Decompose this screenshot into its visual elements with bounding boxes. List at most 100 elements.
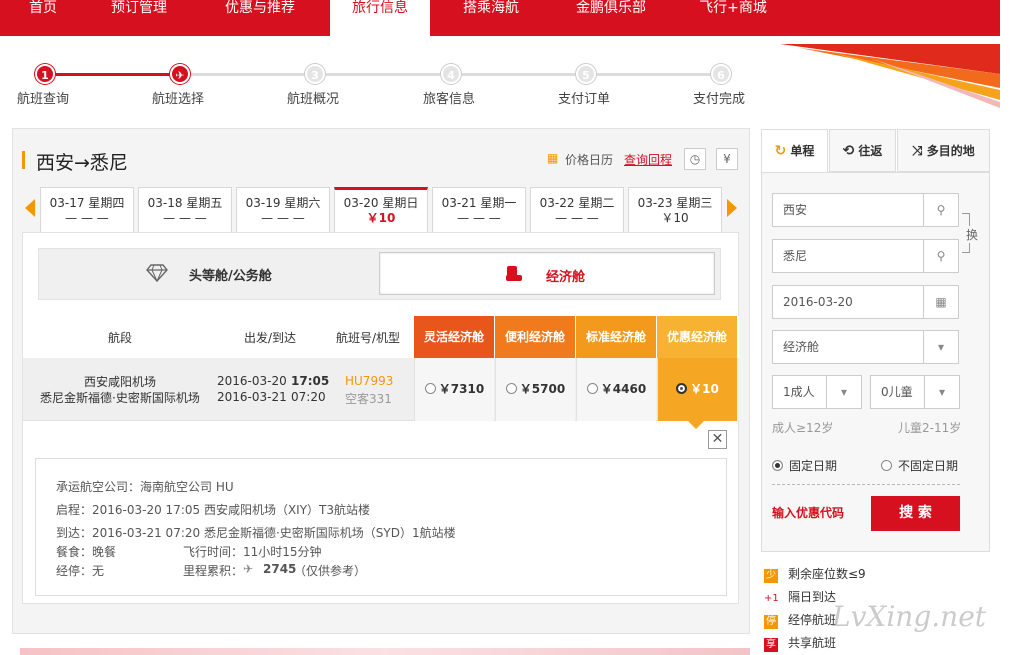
nav-mall[interactable]: 飞行+商城 <box>694 0 772 36</box>
calendar-icon[interactable]: ▦ <box>923 285 959 319</box>
location-pin-icon[interactable]: ⚲ <box>923 239 959 273</box>
legend-item-next-day: +1 隔日到达 <box>764 590 837 604</box>
step-2-plane-icon: ✈ <box>170 64 190 84</box>
dep-time: 17:05 <box>291 374 330 388</box>
currency-icon[interactable]: ¥ <box>716 148 738 170</box>
header-dep-arr: 出发/到达 <box>244 331 297 345</box>
flight-number-link[interactable]: HU7993 <box>345 374 393 388</box>
arr-time: 07:20 <box>291 390 326 404</box>
detail-meal: 餐食：晚餐 <box>56 545 117 559</box>
children-select[interactable]: 0儿童 <box>870 375 925 409</box>
to-city-input[interactable]: 悉尼 <box>772 239 924 273</box>
close-icon[interactable]: ✕ <box>708 430 727 449</box>
top-nav: 首页 预订管理 优惠与推荐 旅行信息 搭乘海航 金鹏俱乐部 飞行+商城 <box>0 0 1000 38</box>
few-seats-icon: 少 <box>764 569 778 583</box>
arr-date: 2016-03-21 <box>217 390 287 404</box>
departure-date-input[interactable]: 2016-03-20 <box>772 285 924 319</box>
nav-booking-management[interactable]: 预订管理 <box>104 0 174 36</box>
tab-one-way[interactable]: ↻ 单程 <box>761 129 828 172</box>
detail-carrier: 承运航空公司：海南航空公司 HU <box>56 480 234 494</box>
tab-multi-city[interactable]: ⤨ 多目的地 <box>897 129 990 172</box>
fare-option-convenient[interactable]: ￥5700 <box>495 358 575 421</box>
date-tab-0318[interactable]: 03-18 星期五 — — — <box>138 187 232 233</box>
fare-radio-selected[interactable] <box>676 383 688 394</box>
legend-item-low-seats: 少剩余座位数≤9 <box>764 567 866 583</box>
promo-code-link[interactable]: 输入优惠代码 <box>772 504 844 521</box>
selected-fare-pointer <box>688 421 704 429</box>
bottom-decoration <box>20 648 750 655</box>
search-button[interactable]: 搜 索 <box>871 496 960 531</box>
shuffle-icon: ⤨ <box>912 144 923 159</box>
flexible-date-radio[interactable]: 不固定日期 <box>881 457 958 474</box>
step-4-label: 旅客信息 <box>423 92 476 107</box>
price-calendar-link[interactable]: 价格日历 <box>565 151 613 168</box>
detail-mileage-label: 里程累积： <box>183 564 244 578</box>
fare-option-standard[interactable]: ￥4460 <box>576 358 656 421</box>
chevron-down-icon[interactable]: ▾ <box>826 375 862 409</box>
date-tab-0320[interactable]: 03-20 星期日 ￥10 <box>334 187 428 234</box>
swap-cities-button[interactable]: 换 <box>966 226 979 243</box>
step-4-circle: 4 <box>441 64 461 84</box>
calendar-grid-icon: ▦ <box>547 151 559 165</box>
legend-item-codeshare: 享共享航班 <box>764 636 837 652</box>
detail-mileage-value: 2745 <box>263 562 297 576</box>
diamond-icon <box>146 264 168 282</box>
legend-item-stopover: 停经停航班 <box>764 613 837 629</box>
detail-duration: 飞行时间：11小时15分钟 <box>183 545 322 559</box>
cabin-class-select[interactable]: 经济舱 <box>772 330 924 364</box>
date-tab-0321[interactable]: 03-21 星期一 — — — <box>432 187 526 233</box>
chevron-down-icon[interactable]: ▾ <box>924 375 960 409</box>
divider <box>772 484 960 485</box>
chevron-down-icon[interactable]: ▾ <box>923 330 959 364</box>
step-1-label: 航班查询 <box>17 92 70 107</box>
date-tab-0322[interactable]: 03-22 星期二 — — — <box>530 187 624 233</box>
step-2-label: 航班选择 <box>152 92 205 107</box>
header-discount-economy: 优惠经济舱 <box>657 316 737 358</box>
first-business-cabin-tab[interactable]: 头等舱/公务舱 <box>189 265 272 284</box>
nav-fly-hainan[interactable]: 搭乘海航 <box>456 0 526 36</box>
nav-home[interactable]: 首页 <box>18 0 68 36</box>
next-dates-arrow-icon[interactable] <box>727 199 737 217</box>
tab-round-trip[interactable]: ⟲ 往返 <box>829 129 896 172</box>
clock-icon[interactable]: ◷ <box>684 148 706 170</box>
fare-radio[interactable] <box>505 383 517 394</box>
codeshare-icon: 享 <box>764 638 778 652</box>
step-1-circle: 1 <box>35 64 55 84</box>
round-trip-icon: ⟲ <box>842 143 855 159</box>
economy-cabin-tab[interactable]: 经济舱 <box>379 252 715 295</box>
prev-dates-arrow-icon[interactable] <box>25 199 35 217</box>
date-tab-0319[interactable]: 03-19 星期六 — — — <box>236 187 330 233</box>
step-6-label: 支付完成 <box>693 92 746 107</box>
stopover-icon: 停 <box>764 615 778 629</box>
detail-depart: 启程：2016-03-20 17:05 西安咸阳机场（XIY）T3航站楼 <box>56 503 371 517</box>
nav-fortune-wings-club[interactable]: 金鹏俱乐部 <box>569 0 653 36</box>
header-standard-economy: 标准经济舱 <box>576 316 656 358</box>
next-day-icon: +1 <box>764 593 779 604</box>
fixed-date-radio[interactable]: 固定日期 <box>772 457 837 474</box>
fare-radio[interactable] <box>424 383 436 394</box>
location-pin-icon[interactable]: ⚲ <box>923 193 959 227</box>
step-3-label: 航班概况 <box>287 92 340 107</box>
date-tab-0323[interactable]: 03-23 星期三 ￥10 <box>628 187 722 233</box>
adult-age-hint: 成人≥12岁 <box>772 421 834 435</box>
nav-offers[interactable]: 优惠与推荐 <box>218 0 302 36</box>
adults-select[interactable]: 1成人 <box>772 375 827 409</box>
nav-travel-info[interactable]: 旅行信息 <box>330 0 430 38</box>
query-return-link[interactable]: 查询回程 <box>624 151 672 168</box>
from-city-input[interactable]: 西安 <box>772 193 924 227</box>
fare-radio[interactable] <box>586 383 598 394</box>
header-segment: 航段 <box>108 331 133 345</box>
dep-date: 2016-03-20 <box>217 374 287 388</box>
detail-arrive: 到达：2016-03-21 07:20 悉尼金斯福德·史密斯国际机场（SYD）1… <box>56 526 456 540</box>
fare-option-flex[interactable]: ￥7310 <box>414 358 494 421</box>
route-accent-bar <box>22 151 25 169</box>
destination-airport: 悉尼金斯福德·史密斯国际机场 <box>40 391 200 405</box>
step-5-circle: 5 <box>576 64 596 84</box>
step-6-circle: 6 <box>711 64 731 84</box>
header-convenient-economy: 便利经济舱 <box>495 316 575 358</box>
decorative-stripes <box>780 44 1000 108</box>
fare-option-discount[interactable]: ￥10 <box>657 358 737 421</box>
detail-mileage-note: （仅供参考） <box>294 564 367 578</box>
date-tab-0317[interactable]: 03-17 星期四 — — — <box>40 187 134 233</box>
origin-airport: 西安咸阳机场 <box>84 375 157 389</box>
